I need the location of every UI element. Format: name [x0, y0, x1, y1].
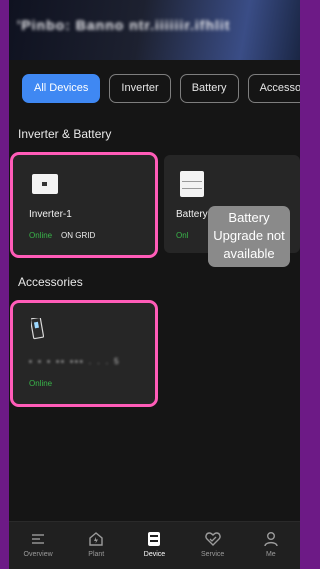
- service-icon: [204, 532, 221, 546]
- device-icon: [148, 532, 161, 546]
- plant-icon: [89, 532, 103, 546]
- nav-me-label: Me: [265, 551, 276, 558]
- inverter-mode: ON GRID: [61, 231, 96, 240]
- tab-inverter[interactable]: Inverter: [109, 74, 171, 103]
- accessory-status: Online: [29, 379, 53, 388]
- inverter-icon: [32, 174, 58, 194]
- filter-tabs: All Devices Inverter Battery Accessories: [22, 74, 300, 104]
- nav-service-label: Service: [200, 551, 225, 558]
- tab-all-devices[interactable]: All Devices: [22, 74, 101, 103]
- inverter-status: Online: [29, 231, 53, 240]
- accessory-name: ▪ ▪ ▪ ▪▪ ▪▪▪ . . . 5: [29, 357, 121, 366]
- nav-overview[interactable]: Overview: [9, 522, 67, 569]
- section-title-accessories: Accessories: [18, 275, 83, 289]
- tooltip-line-1: Battery: [228, 210, 270, 225]
- overview-icon: [32, 534, 45, 544]
- phone-screen: 'Pinbo: Banno ntr.iiiiiir.ifhlit All Dev…: [9, 0, 300, 569]
- nav-device[interactable]: Device: [125, 522, 183, 569]
- nav-plant-label: Plant: [88, 551, 105, 558]
- nav-service[interactable]: Service: [184, 522, 242, 569]
- inverter-name: Inverter-1: [29, 209, 72, 220]
- tooltip-line-3: available: [223, 246, 275, 261]
- tab-accessories[interactable]: Accessories: [247, 74, 300, 103]
- battery-name: Battery-: [176, 209, 212, 220]
- accessory-icon: [31, 318, 44, 340]
- nav-plant[interactable]: Plant: [67, 522, 125, 569]
- header: 'Pinbo: Banno ntr.iiiiiir.ifhlit: [9, 0, 300, 60]
- page-title: 'Pinbo: Banno ntr.iiiiiir.ifhlit: [17, 17, 231, 33]
- bottom-nav: Overview Plant Device Service Me: [9, 521, 300, 569]
- upgrade-tooltip: Battery Upgrade not available: [208, 206, 290, 267]
- tooltip-line-2: Upgrade not: [213, 228, 285, 243]
- tab-battery[interactable]: Battery: [179, 74, 239, 103]
- nav-me[interactable]: Me: [242, 522, 300, 569]
- battery-status: Onl: [176, 231, 189, 240]
- section-title-inverter-battery: Inverter & Battery: [18, 127, 112, 141]
- nav-overview-label: Overview: [23, 551, 53, 558]
- accessory-card[interactable]: ▪ ▪ ▪ ▪▪ ▪▪▪ . . . 5 Online: [10, 300, 158, 407]
- inverter-card[interactable]: Inverter-1 Online ON GRID: [10, 152, 158, 258]
- battery-icon: [180, 171, 204, 197]
- nav-device-label: Device: [143, 551, 166, 558]
- me-icon: [264, 532, 278, 547]
